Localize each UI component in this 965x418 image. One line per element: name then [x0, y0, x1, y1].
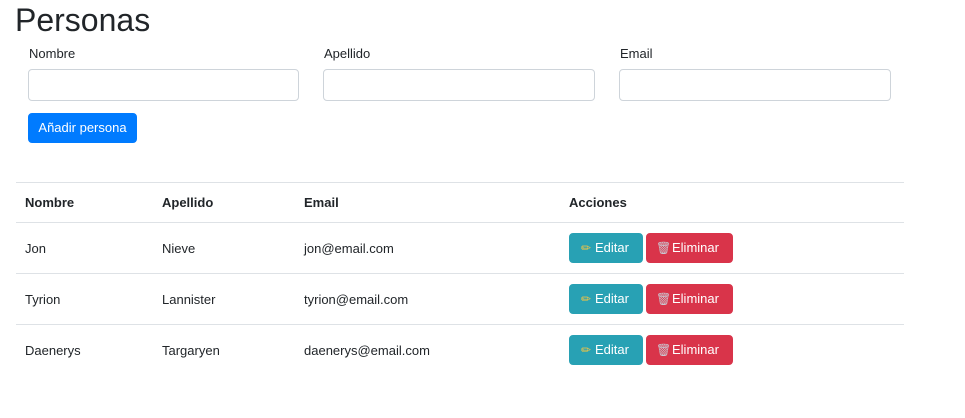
- edit-label: Editar: [595, 240, 629, 255]
- cell-nombre: Jon: [16, 222, 153, 274]
- page-title: Personas: [15, 2, 151, 38]
- edit-label: Editar: [595, 342, 629, 358]
- delete-button[interactable]: 🗑Eliminar: [646, 284, 733, 314]
- cell-nombre: Tyrion: [16, 273, 153, 325]
- edit-button[interactable]: ✏ Editar: [569, 233, 643, 263]
- personas-table: Nombre Apellido Email Acciones Jon Nieve…: [16, 182, 904, 376]
- cell-acciones: ✏ Editar 🗑Eliminar: [560, 273, 904, 325]
- nombre-label: Nombre: [29, 46, 76, 61]
- cell-acciones: ✏ Editar 🗑Eliminar: [560, 324, 904, 376]
- apellido-form-group: Apellido: [323, 45, 595, 101]
- trash-icon: 🗑: [656, 241, 672, 255]
- email-label: Email: [620, 46, 653, 61]
- delete-label: Eliminar: [672, 342, 719, 358]
- edit-button[interactable]: ✏ Editar: [569, 284, 643, 314]
- pencil-icon: ✏: [580, 292, 592, 306]
- pencil-icon: ✏: [580, 343, 592, 358]
- email-input[interactable]: [619, 69, 891, 101]
- email-form-group: Email: [619, 45, 891, 101]
- nombre-input[interactable]: [28, 69, 299, 101]
- trash-icon: 🗑: [656, 343, 672, 358]
- edit-button[interactable]: ✏ Editar: [569, 335, 643, 366]
- trash-icon: 🗑: [656, 292, 672, 306]
- apellido-label: Apellido: [324, 46, 371, 61]
- edit-label: Editar: [595, 291, 629, 306]
- add-person-button[interactable]: Añadir persona: [28, 113, 137, 143]
- cell-email: jon@email.com: [295, 222, 560, 274]
- header-acciones: Acciones: [560, 182, 904, 223]
- table-header-row: Nombre Apellido Email Acciones: [16, 182, 904, 223]
- cell-email: daenerys@email.com: [295, 324, 560, 376]
- apellido-input[interactable]: [323, 69, 595, 101]
- cell-nombre: Daenerys: [16, 324, 153, 376]
- cell-apellido: Nieve: [153, 222, 295, 274]
- pencil-icon: ✏: [580, 241, 592, 255]
- header-email: Email: [295, 182, 560, 223]
- delete-label: Eliminar: [672, 291, 719, 306]
- delete-button[interactable]: 🗑Eliminar: [646, 335, 733, 366]
- delete-label: Eliminar: [672, 240, 719, 255]
- cell-email: tyrion@email.com: [295, 273, 560, 325]
- table-row: Tyrion Lannister tyrion@email.com ✏ Edita…: [16, 273, 904, 325]
- nombre-form-group: Nombre: [28, 45, 299, 101]
- table-row: Jon Nieve jon@email.com ✏ Editar 🗑Eliminar: [16, 222, 904, 274]
- delete-button[interactable]: 🗑Eliminar: [646, 233, 733, 263]
- header-apellido: Apellido: [153, 182, 295, 223]
- cell-acciones: ✏ Editar 🗑Eliminar: [560, 222, 904, 274]
- cell-apellido: Lannister: [153, 273, 295, 325]
- header-nombre: Nombre: [16, 182, 153, 223]
- cell-apellido: Targaryen: [153, 324, 295, 376]
- table-row: Daenerys Targaryen daenerys@email.com ✏ E…: [16, 324, 904, 376]
